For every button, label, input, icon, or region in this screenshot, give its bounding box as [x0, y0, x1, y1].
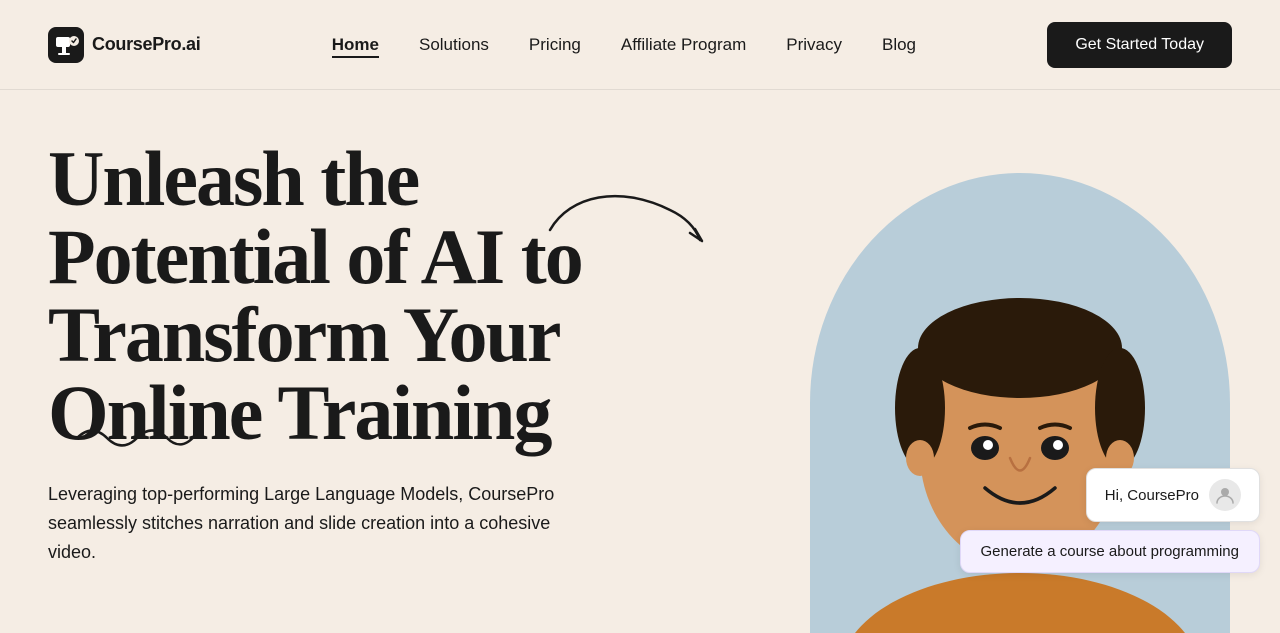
nav-link-home[interactable]: Home [332, 35, 379, 58]
get-started-button[interactable]: Get Started Today [1047, 22, 1232, 68]
nav-link-blog[interactable]: Blog [882, 35, 916, 54]
nav-link-affiliate[interactable]: Affiliate Program [621, 35, 746, 54]
hero-content: Unleash the Potential of AI to Transform… [48, 130, 582, 566]
hero-title: Unleash the Potential of AI to Transform… [48, 140, 582, 452]
nav-item-pricing[interactable]: Pricing [529, 35, 581, 55]
decorative-arrow-icon [540, 175, 720, 255]
hero-title-line2: Potential of AI to [48, 213, 582, 300]
user-avatar-icon [1209, 479, 1241, 511]
chat-input-bubble: Generate a course about programming [960, 530, 1260, 573]
hero-title-line1: Unleash the [48, 135, 418, 222]
nav-link-privacy[interactable]: Privacy [786, 35, 842, 54]
nav-link-pricing[interactable]: Pricing [529, 35, 581, 54]
hero-subtitle: Leveraging top-performing Large Language… [48, 480, 578, 566]
nav-item-blog[interactable]: Blog [882, 35, 916, 55]
hero-section: Unleash the Potential of AI to Transform… [0, 90, 1280, 633]
nav-item-privacy[interactable]: Privacy [786, 35, 842, 55]
chat-greeting-bubble: Hi, CoursePro [1086, 468, 1260, 522]
chat-greeting-text: Hi, CoursePro [1105, 487, 1199, 504]
navbar: CoursePro.ai Home Solutions Pricing Affi… [0, 0, 1280, 90]
nav-item-home[interactable]: Home [332, 35, 379, 55]
logo-icon [48, 27, 84, 63]
nav-item-solutions[interactable]: Solutions [419, 35, 489, 55]
nav-link-solutions[interactable]: Solutions [419, 35, 489, 54]
chat-input-text: Generate a course about programming [981, 543, 1239, 560]
nav-item-affiliate[interactable]: Affiliate Program [621, 35, 746, 55]
logo-text: CoursePro.ai [92, 34, 200, 55]
decorative-squiggle-icon [72, 418, 202, 448]
hero-title-line3: Transform Your [48, 291, 559, 378]
chat-overlay: Hi, CoursePro Generate a course about pr… [960, 468, 1260, 573]
hero-image-container: Hi, CoursePro Generate a course about pr… [760, 90, 1280, 633]
logo-link[interactable]: CoursePro.ai [48, 27, 200, 63]
nav-links: Home Solutions Pricing Affiliate Program… [332, 35, 916, 55]
